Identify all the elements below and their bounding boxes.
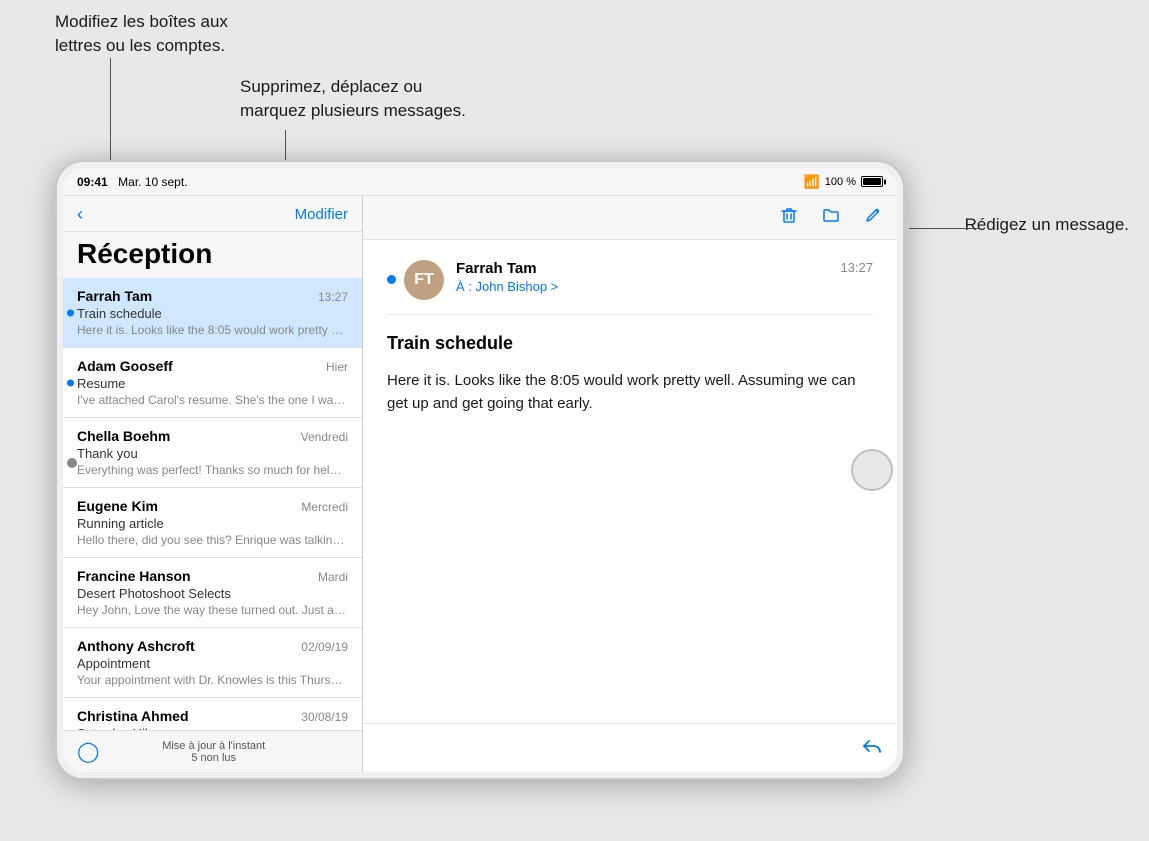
annotation-line-left (110, 58, 111, 166)
main-content: ‹ Modifier Réception Farrah Tam 13:27 Tr… (63, 196, 897, 772)
home-button[interactable] (851, 449, 893, 491)
compose-button[interactable] (863, 205, 883, 230)
status-time: 09:41 (77, 175, 108, 189)
battery-fill (863, 178, 881, 185)
mail-subject: Running article (77, 516, 348, 531)
mail-item-christina[interactable]: Christina Ahmed 30/08/19 Saturday Hike H… (63, 698, 362, 730)
mail-subject: Saturday Hike (77, 726, 348, 730)
mail-item-header: Chella Boehm Vendredi (77, 428, 348, 444)
message-reply-area (363, 723, 897, 772)
mail-preview: Your appointment with Dr. Knowles is thi… (77, 673, 348, 687)
mail-time: Hier (326, 360, 348, 374)
mail-item-farrah[interactable]: Farrah Tam 13:27 Train schedule Here it … (63, 278, 362, 348)
message-content: FT Farrah Tam À : John Bishop > 13:27 Tr… (363, 240, 897, 723)
mail-item-header: Francine Hanson Mardi (77, 568, 348, 584)
mail-preview: Here it is. Looks like the 8:05 would wo… (77, 323, 348, 337)
reply-button[interactable] (861, 734, 883, 762)
folder-button[interactable] (821, 205, 841, 230)
mail-item-eugene[interactable]: Eugene Kim Mercredi Running article Hell… (63, 488, 362, 558)
mail-time: 13:27 (318, 290, 348, 304)
mail-preview: I've attached Carol's resume. She's the … (77, 393, 348, 407)
wifi-icon: 📶 (804, 174, 820, 190)
mail-time: Vendredi (301, 430, 348, 444)
mail-items: Farrah Tam 13:27 Train schedule Here it … (63, 278, 362, 730)
message-meta: Farrah Tam À : John Bishop > (456, 260, 840, 294)
unread-label: 5 non lus (162, 752, 265, 764)
inbox-title: Réception (63, 232, 362, 278)
back-button[interactable]: ‹ (77, 204, 83, 225)
message-toolbar (363, 196, 897, 240)
message-timestamp: 13:27 (840, 260, 873, 275)
status-time-date: 09:41 Mar. 10 sept. (77, 173, 188, 191)
mail-sender: Christina Ahmed (77, 708, 189, 724)
mail-time: 02/09/19 (301, 640, 348, 654)
message-to[interactable]: À : John Bishop > (456, 279, 840, 294)
mail-item-header: Adam Gooseff Hier (77, 358, 348, 374)
mail-subject: Resume (77, 376, 348, 391)
annotation-line-right (909, 228, 979, 229)
mail-subject: Train schedule (77, 306, 348, 321)
mail-sender: Eugene Kim (77, 498, 158, 514)
annotation-right: Rédigez un message. (965, 213, 1129, 237)
mail-item-anthony[interactable]: Anthony Ashcroft 02/09/19 Appointment Yo… (63, 628, 362, 698)
mail-time: Mercredi (301, 500, 348, 514)
mail-sender: Anthony Ashcroft (77, 638, 195, 654)
mail-list-panel: ‹ Modifier Réception Farrah Tam 13:27 Tr… (63, 196, 363, 772)
unread-dot (387, 275, 396, 284)
mail-preview: Hey John, Love the way these turned out.… (77, 603, 348, 617)
trash-button[interactable] (779, 205, 799, 230)
status-bar: 09:41 Mar. 10 sept. 📶 100 % (63, 168, 897, 196)
footer-update: Mise à jour à l'instant 5 non lus (162, 740, 265, 764)
settings-icon[interactable]: ◯ (77, 739, 99, 764)
mail-sender: Adam Gooseff (77, 358, 173, 374)
mail-preview: Hello there, did you see this? Enrique w… (77, 533, 348, 547)
mail-sender: Francine Hanson (77, 568, 191, 584)
modifier-button[interactable]: Modifier (295, 206, 348, 223)
mail-sender: Chella Boehm (77, 428, 170, 444)
mail-time: Mardi (318, 570, 348, 584)
mail-item-header: Christina Ahmed 30/08/19 (77, 708, 348, 724)
mail-item-header: Anthony Ashcroft 02/09/19 (77, 638, 348, 654)
mail-item-header: Eugene Kim Mercredi (77, 498, 348, 514)
message-body: Here it is. Looks like the 8:05 would wo… (387, 370, 873, 415)
message-panel: FT Farrah Tam À : John Bishop > 13:27 Tr… (363, 196, 897, 772)
mail-subject: Thank you (77, 446, 348, 461)
side-dot (67, 458, 77, 468)
mail-item-francine[interactable]: Francine Hanson Mardi Desert Photoshoot … (63, 558, 362, 628)
annotation-top-center: Supprimez, déplacez oumarquez plusieurs … (240, 75, 466, 123)
ipad-screen: 09:41 Mar. 10 sept. 📶 100 % ‹ Modifier (63, 168, 897, 772)
mail-sender: Farrah Tam (77, 288, 152, 304)
update-label: Mise à jour à l'instant (162, 740, 265, 752)
ipad-frame: 09:41 Mar. 10 sept. 📶 100 % ‹ Modifier (55, 160, 905, 780)
battery-icon (861, 176, 883, 187)
mail-list-footer: ◯ Mise à jour à l'instant 5 non lus (63, 730, 362, 772)
mail-time: 30/08/19 (301, 710, 348, 724)
status-right: 📶 100 % (804, 174, 883, 190)
message-header-row: FT Farrah Tam À : John Bishop > 13:27 (387, 260, 873, 315)
message-subject: Train schedule (387, 333, 873, 354)
avatar: FT (404, 260, 444, 300)
mail-item-chella[interactable]: Chella Boehm Vendredi Thank you Everythi… (63, 418, 362, 488)
battery-percent: 100 % (825, 176, 856, 188)
mail-subject: Desert Photoshoot Selects (77, 586, 348, 601)
message-from: Farrah Tam (456, 260, 840, 277)
mail-item-adam[interactable]: Adam Gooseff Hier Resume I've attached C… (63, 348, 362, 418)
mail-list-header: ‹ Modifier (63, 196, 362, 232)
mail-preview: Everything was perfect! Thanks so much f… (77, 463, 348, 477)
status-date: Mar. 10 sept. (118, 175, 187, 189)
mail-subject: Appointment (77, 656, 348, 671)
mail-item-header: Farrah Tam 13:27 (77, 288, 348, 304)
annotation-top-left: Modifiez les boîtes auxlettres ou les co… (55, 10, 228, 58)
